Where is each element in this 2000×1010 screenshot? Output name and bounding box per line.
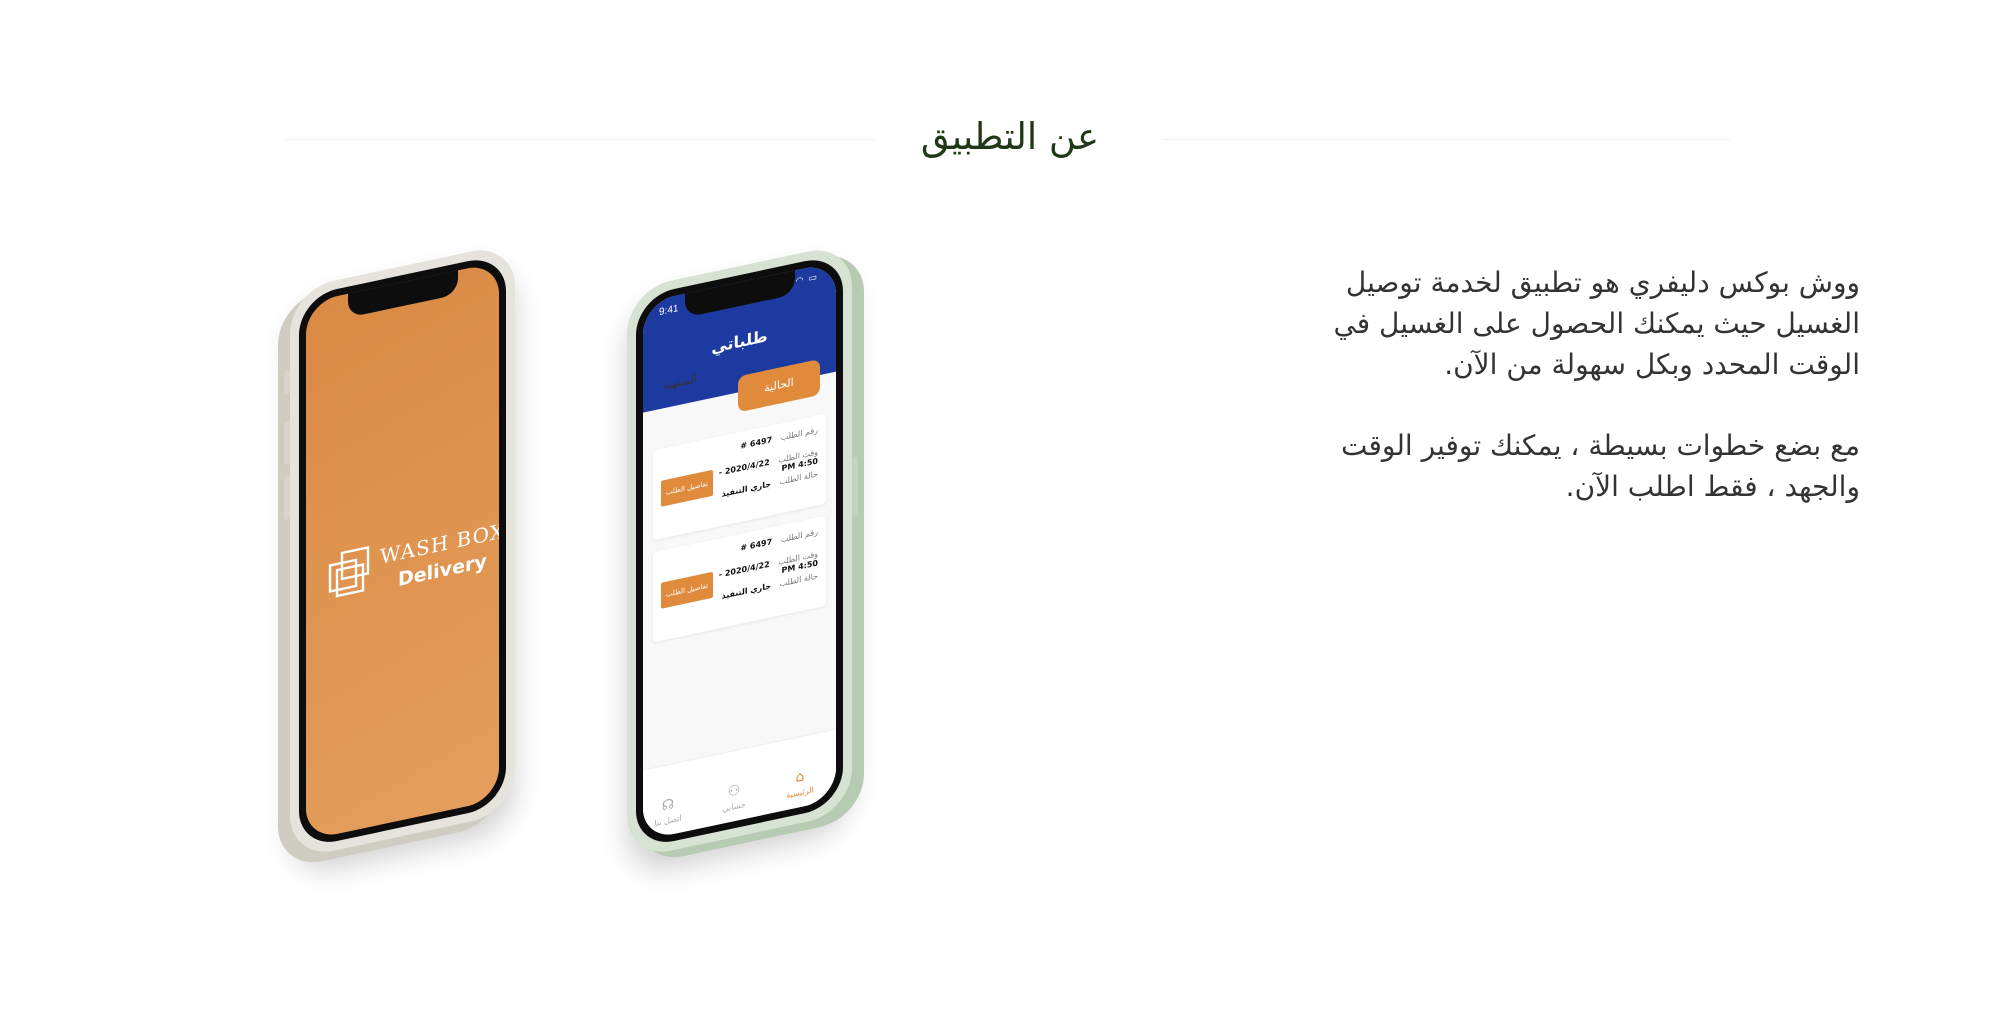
order-status-value: جاري التنفيذ [721,479,772,499]
order-details-button[interactable]: تفاصيل الطلب [661,571,713,609]
order-number-label: رقم الطلب [780,527,818,545]
order-number-label: رقم الطلب [780,425,818,443]
heading-divider-left [285,139,875,140]
nav-item-contact[interactable]: ☊ اتصل بنا [643,791,698,832]
phone-splash-mockup: WASH BOX Delivery [284,242,515,860]
phone-screen: 9:41 ▮▮▮ ◠ ▭ طلباتي الحالية المنتهية رقم… [643,261,836,841]
order-number-value: 6497 # [740,435,773,451]
orders-screen: 9:41 ▮▮▮ ◠ ▭ طلباتي الحالية المنتهية رقم… [643,261,836,841]
phone-screen: WASH BOX Delivery [306,261,499,841]
wash-box-logo: WASH BOX Delivery [328,512,499,618]
about-paragraph-1: ووش بوكس دليفري هو تطبيق لخدمة توصيل الغ… [1333,266,1860,381]
phone-volume-down [284,475,290,521]
nav-contact-label: اتصل بنا [654,813,682,829]
section-title: عن التطبيق [920,115,1100,158]
phone-bezel: WASH BOX Delivery [299,253,506,850]
heading-divider-right [1162,139,1730,140]
nav-home-label: الرئيسية [786,785,814,801]
phone-power-button [852,455,858,518]
logo-squares-icon [328,545,370,598]
about-app-section: عن التطبيق WASH BOX Delivery 9:41 ▮▮▮ ◠ … [0,0,2000,1010]
about-paragraph-2: مع بضع خطوات بسيطة ، يمكنك توفير الوقت و… [1341,429,1860,503]
order-number-value: 6497 # [740,537,773,553]
phone-bezel: 9:41 ▮▮▮ ◠ ▭ طلباتي الحالية المنتهية رقم… [636,253,843,850]
nav-item-home[interactable]: ⌂ الرئيسية [770,763,830,804]
bottom-nav: ⌂ الرئيسية ⚇ حسابي ☊ اتصل بنا [643,728,836,841]
phone-app-mockup: 9:41 ▮▮▮ ◠ ▭ طلباتي الحالية المنتهية رقم… [627,242,858,860]
tab-current[interactable]: الحالية [738,358,820,413]
about-description: ووش بوكس دليفري هو تطبيق لخدمة توصيل الغ… [1300,262,1860,547]
phone-volume-up [284,420,290,466]
order-details-button[interactable]: تفاصيل الطلب [661,469,713,507]
order-status-value: جاري التنفيذ [721,581,772,601]
nav-item-account[interactable]: ⚇ حسابي [704,777,764,818]
splash-background: WASH BOX Delivery [306,261,499,841]
status-time: 9:41 [659,303,679,319]
nav-account-label: حسابي [722,799,746,814]
phone-side-button [284,370,290,396]
